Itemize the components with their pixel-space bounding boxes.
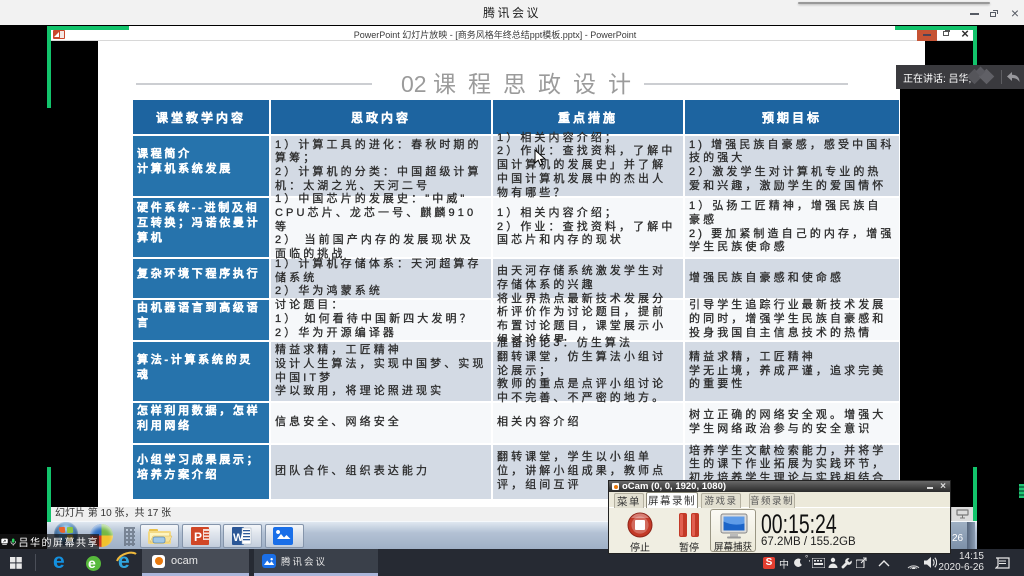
svg-text:P: P <box>194 530 202 544</box>
svg-text:W: W <box>233 532 244 544</box>
